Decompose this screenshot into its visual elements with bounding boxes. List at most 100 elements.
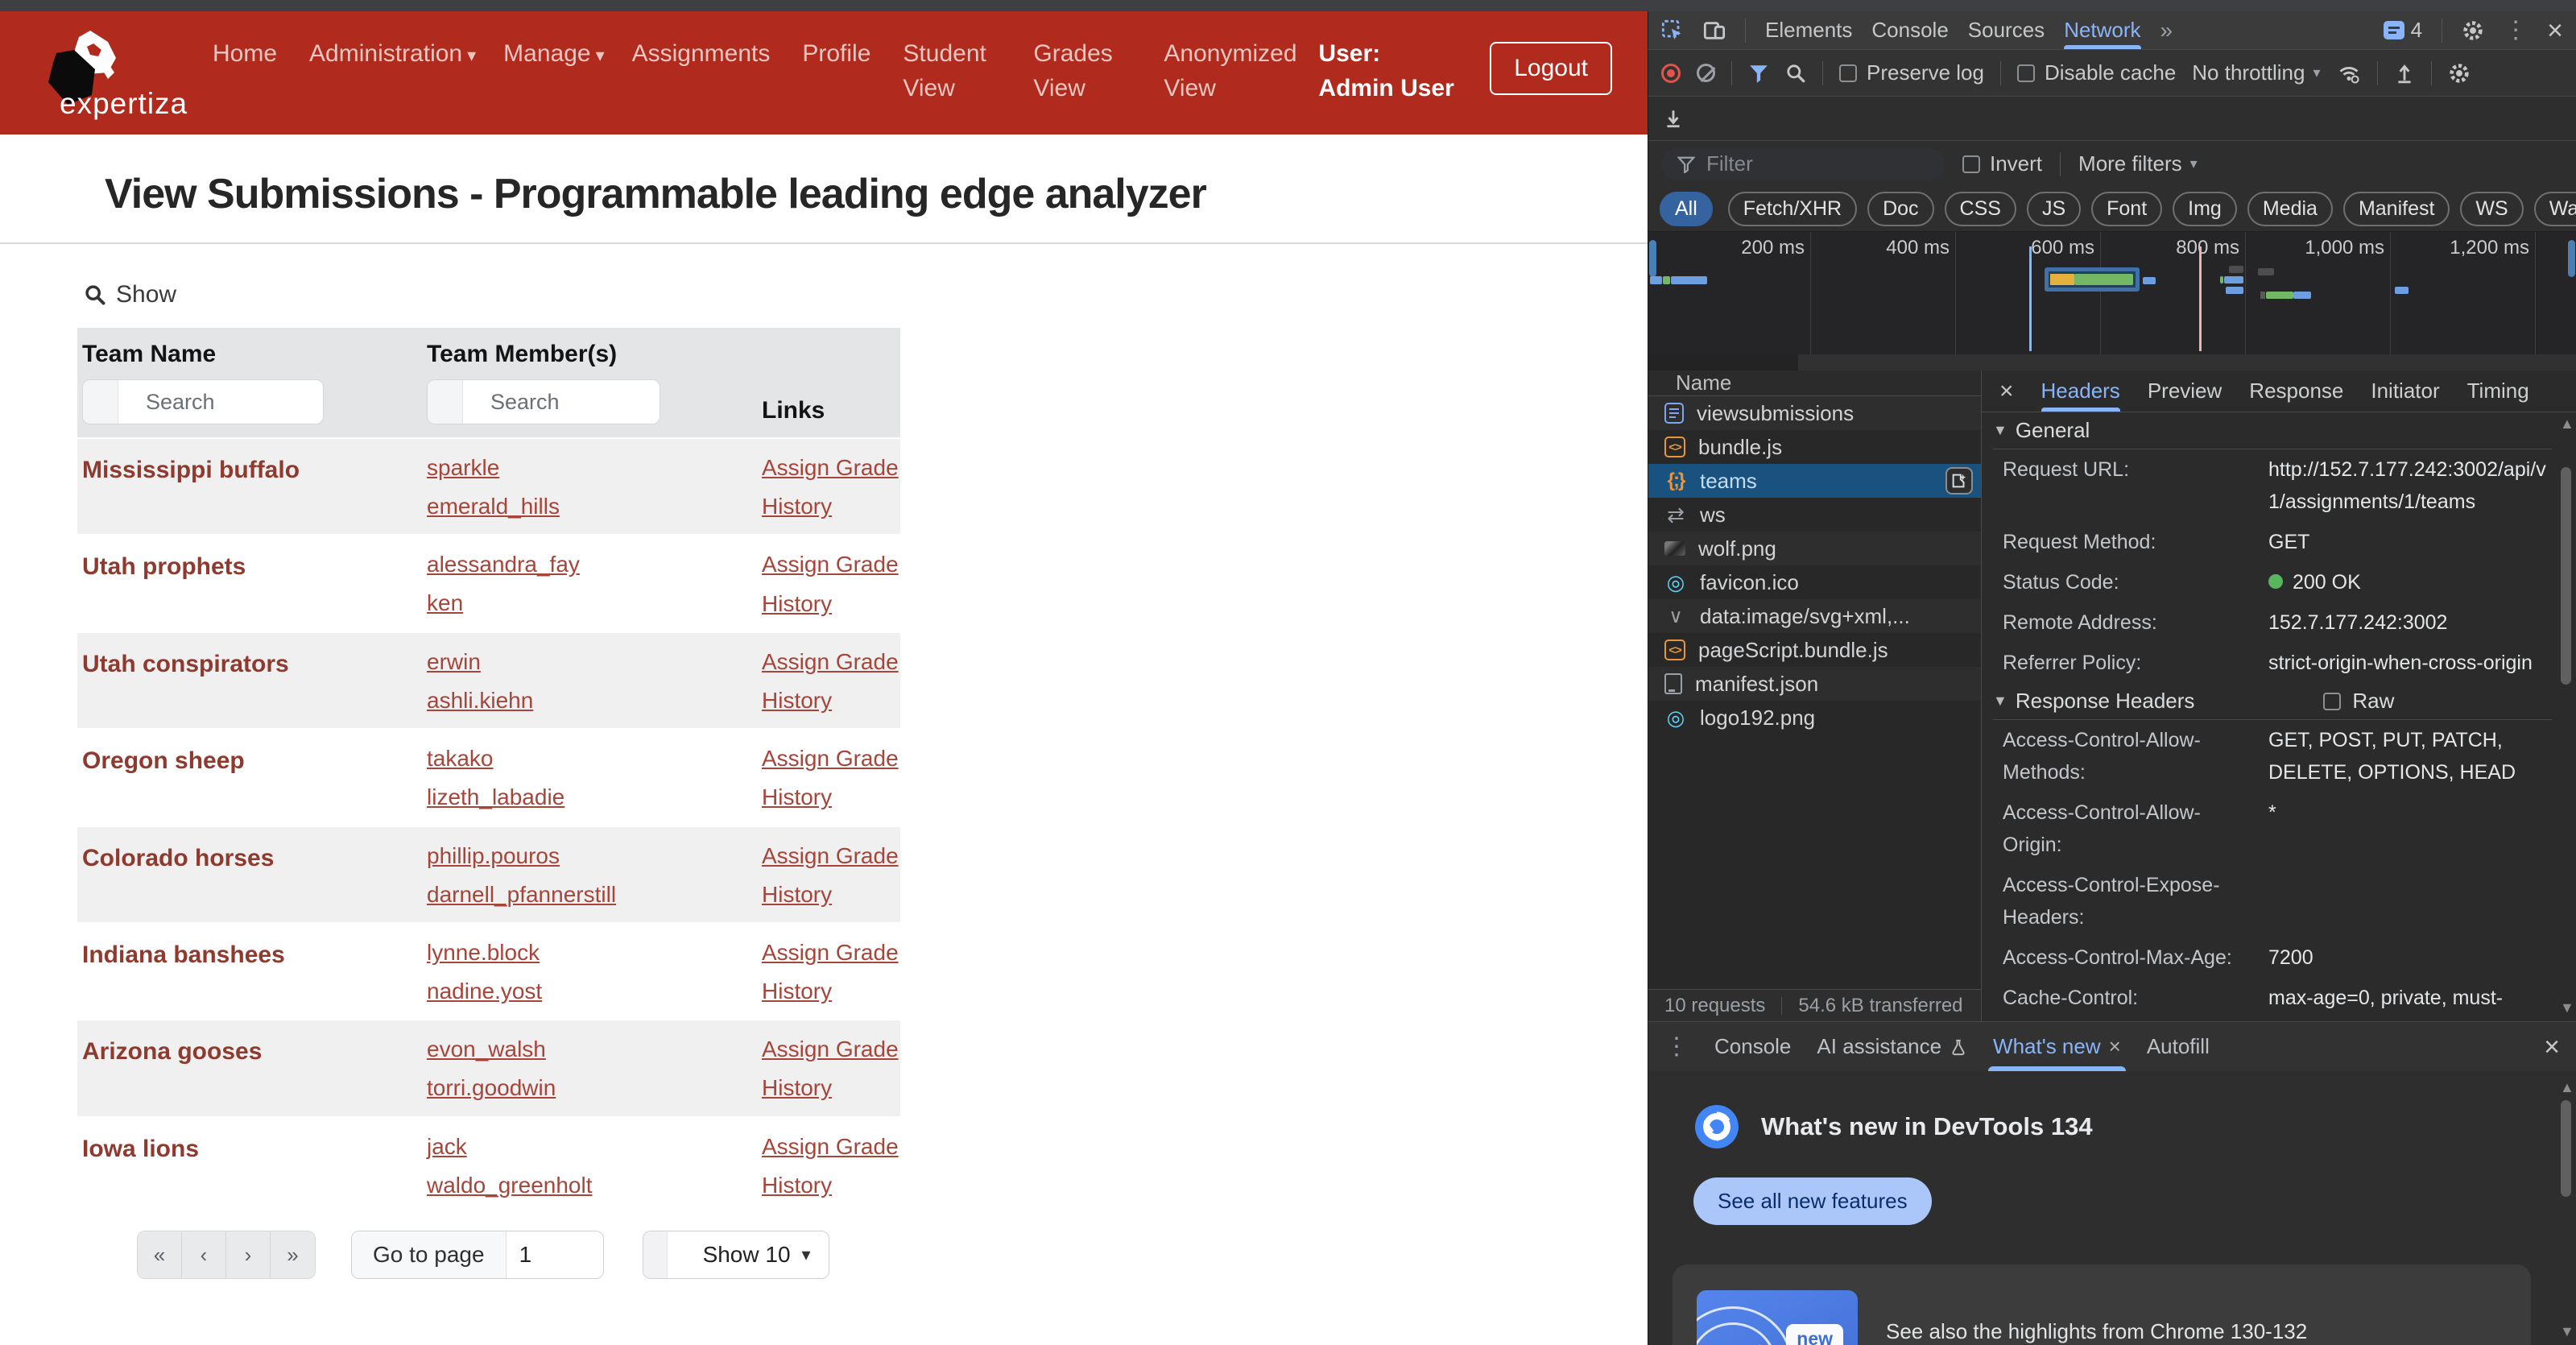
nav-item[interactable]: Anonymized View bbox=[1164, 37, 1296, 106]
raw-headers-checkbox[interactable]: Raw bbox=[2323, 689, 2394, 714]
request-row[interactable]: logo192.png bbox=[1648, 701, 1981, 735]
drawer-menu-icon[interactable]: ⋮ bbox=[1664, 1033, 1689, 1061]
tab-preview[interactable]: Preview bbox=[2148, 370, 2222, 412]
details-scrollbar[interactable]: ▲ ▼ bbox=[2558, 416, 2574, 1016]
request-type-chip[interactable]: All bbox=[1660, 192, 1713, 226]
preserve-log-checkbox[interactable]: Preserve log bbox=[1839, 60, 1984, 85]
member-link[interactable]: waldo_greenholt bbox=[427, 1173, 593, 1198]
member-link[interactable]: phillip.pouros bbox=[427, 843, 560, 869]
history-link[interactable]: History bbox=[762, 882, 832, 908]
tab-console[interactable]: Console bbox=[1871, 11, 1948, 49]
first-page-button[interactable]: « bbox=[138, 1231, 182, 1278]
logout-button[interactable]: Logout bbox=[1490, 42, 1612, 95]
assign-grade-link[interactable]: Assign Grade bbox=[762, 552, 899, 577]
member-link[interactable]: lynne.block bbox=[427, 940, 540, 966]
device-toolbar-icon[interactable] bbox=[1703, 19, 1726, 42]
request-row[interactable]: wolf.png bbox=[1648, 532, 1981, 565]
history-link[interactable]: History bbox=[762, 494, 832, 519]
nav-item[interactable]: Student View bbox=[903, 37, 1006, 106]
request-type-chip[interactable]: Media bbox=[2247, 192, 2333, 226]
request-type-chip[interactable]: Font bbox=[2091, 192, 2163, 226]
request-type-chip[interactable]: JS bbox=[2026, 192, 2082, 226]
close-tab-icon[interactable]: × bbox=[2109, 1034, 2121, 1059]
member-link[interactable]: ashli.kiehn bbox=[427, 688, 533, 714]
request-type-chip[interactable]: Fetch/XHR bbox=[1727, 192, 1858, 226]
drawer-tab-autofill[interactable]: Autofill bbox=[2147, 1022, 2210, 1071]
member-link[interactable]: nadine.yost bbox=[427, 979, 542, 1004]
request-row[interactable]: manifest.json bbox=[1648, 667, 1981, 701]
throttling-select[interactable]: No throttling ▾ bbox=[2192, 60, 2320, 85]
inspect-element-icon[interactable] bbox=[1661, 19, 1684, 42]
request-row[interactable]: pageScript.bundle.js bbox=[1648, 633, 1981, 667]
close-devtools-icon[interactable]: × bbox=[2547, 17, 2563, 44]
last-page-button[interactable]: » bbox=[271, 1231, 315, 1278]
filter-icon[interactable] bbox=[1748, 63, 1769, 84]
member-link[interactable]: takako bbox=[427, 746, 494, 772]
drawer-tab-ai-assistance[interactable]: AI assistance bbox=[1817, 1022, 1967, 1071]
member-link[interactable]: sparkle bbox=[427, 455, 499, 481]
see-all-features-button[interactable]: See all new features bbox=[1693, 1177, 1932, 1225]
nav-item[interactable]: Administration ▾ bbox=[309, 37, 476, 72]
record-network-log-icon[interactable] bbox=[1661, 63, 1681, 83]
close-drawer-icon[interactable]: × bbox=[2544, 1033, 2560, 1061]
show-button[interactable]: Show bbox=[84, 281, 1648, 308]
drawer-tab-whats-new[interactable]: What's new × bbox=[1988, 1022, 2126, 1071]
request-type-chip[interactable]: WS bbox=[2460, 192, 2524, 226]
tab-network[interactable]: Network bbox=[2064, 11, 2141, 49]
nav-item[interactable]: Manage ▾ bbox=[503, 37, 604, 72]
member-link[interactable]: erwin bbox=[427, 649, 481, 675]
request-type-chip[interactable]: CSS bbox=[1944, 192, 2016, 226]
prev-page-button[interactable]: ‹ bbox=[182, 1231, 226, 1278]
team-name-search-input[interactable] bbox=[118, 380, 323, 424]
request-type-chip[interactable]: Wasm bbox=[2533, 192, 2576, 226]
member-link[interactable]: lizeth_labadie bbox=[427, 784, 564, 810]
member-link[interactable]: jack bbox=[427, 1134, 467, 1160]
tab-timing[interactable]: Timing bbox=[2467, 370, 2529, 412]
history-link[interactable]: History bbox=[762, 1075, 832, 1101]
tab-sources[interactable]: Sources bbox=[1968, 11, 2045, 49]
next-page-button[interactable]: › bbox=[226, 1231, 271, 1278]
assign-grade-link[interactable]: Assign Grade bbox=[762, 455, 899, 481]
assign-grade-link[interactable]: Assign Grade bbox=[762, 1037, 899, 1062]
member-link[interactable]: emerald_hills bbox=[427, 494, 560, 519]
network-settings-gear-icon[interactable] bbox=[2448, 62, 2471, 85]
assign-grade-link[interactable]: Assign Grade bbox=[762, 843, 899, 869]
history-link[interactable]: History bbox=[762, 784, 832, 810]
member-link[interactable]: alessandra_fay bbox=[427, 552, 580, 577]
response-headers-section-header[interactable]: ▼ Response Headers Raw bbox=[1993, 683, 2552, 720]
general-section-header[interactable]: ▼ General bbox=[1993, 412, 2552, 449]
tab-response[interactable]: Response bbox=[2249, 370, 2343, 412]
member-link[interactable]: torri.goodwin bbox=[427, 1075, 556, 1101]
member-link[interactable]: darnell_pfannerstill bbox=[427, 882, 616, 908]
team-members-search-input[interactable] bbox=[463, 380, 660, 424]
drawer-scrollbar[interactable]: ▲ ▼ bbox=[2558, 1079, 2574, 1340]
assign-grade-link[interactable]: Assign Grade bbox=[762, 940, 899, 966]
ai-assistance-open-icon[interactable] bbox=[1945, 467, 1973, 495]
nav-item[interactable]: Assignments bbox=[632, 37, 775, 72]
scroll-down-icon[interactable]: ▼ bbox=[2560, 999, 2574, 1016]
close-details-icon[interactable]: × bbox=[1999, 379, 2014, 404]
request-type-chip[interactable]: Manifest bbox=[2342, 192, 2450, 226]
filter-input[interactable]: Filter bbox=[1661, 147, 1945, 180]
tab-elements[interactable]: Elements bbox=[1765, 11, 1852, 49]
nav-item[interactable]: Profile bbox=[802, 37, 875, 72]
member-link[interactable]: evon_walsh bbox=[427, 1037, 546, 1062]
request-row[interactable]: data:image/svg+xml,... bbox=[1648, 599, 1981, 633]
disable-cache-checkbox[interactable]: Disable cache bbox=[2016, 60, 2176, 85]
request-list-header[interactable]: Name bbox=[1648, 370, 1981, 396]
nav-item[interactable]: Home bbox=[213, 37, 282, 72]
request-row[interactable]: viewsubmissions bbox=[1648, 396, 1981, 430]
network-conditions-icon[interactable] bbox=[2337, 62, 2361, 85]
brand-logo[interactable]: expertiza bbox=[32, 26, 187, 122]
history-link[interactable]: History bbox=[762, 591, 832, 617]
highlights-card[interactable]: new See also the highlights from Chrome … bbox=[1673, 1264, 2531, 1345]
scroll-down-icon[interactable]: ▼ bbox=[2560, 1323, 2574, 1340]
import-har-icon[interactable] bbox=[1663, 108, 1684, 129]
scroll-up-icon[interactable]: ▲ bbox=[2560, 1079, 2574, 1096]
settings-gear-icon[interactable] bbox=[2462, 19, 2484, 42]
issues-button[interactable]: 4 bbox=[2383, 18, 2422, 43]
assign-grade-link[interactable]: Assign Grade bbox=[762, 746, 899, 772]
search-icon[interactable] bbox=[1785, 63, 1806, 84]
assign-grade-link[interactable]: Assign Grade bbox=[762, 649, 899, 675]
tab-initiator[interactable]: Initiator bbox=[2371, 370, 2439, 412]
